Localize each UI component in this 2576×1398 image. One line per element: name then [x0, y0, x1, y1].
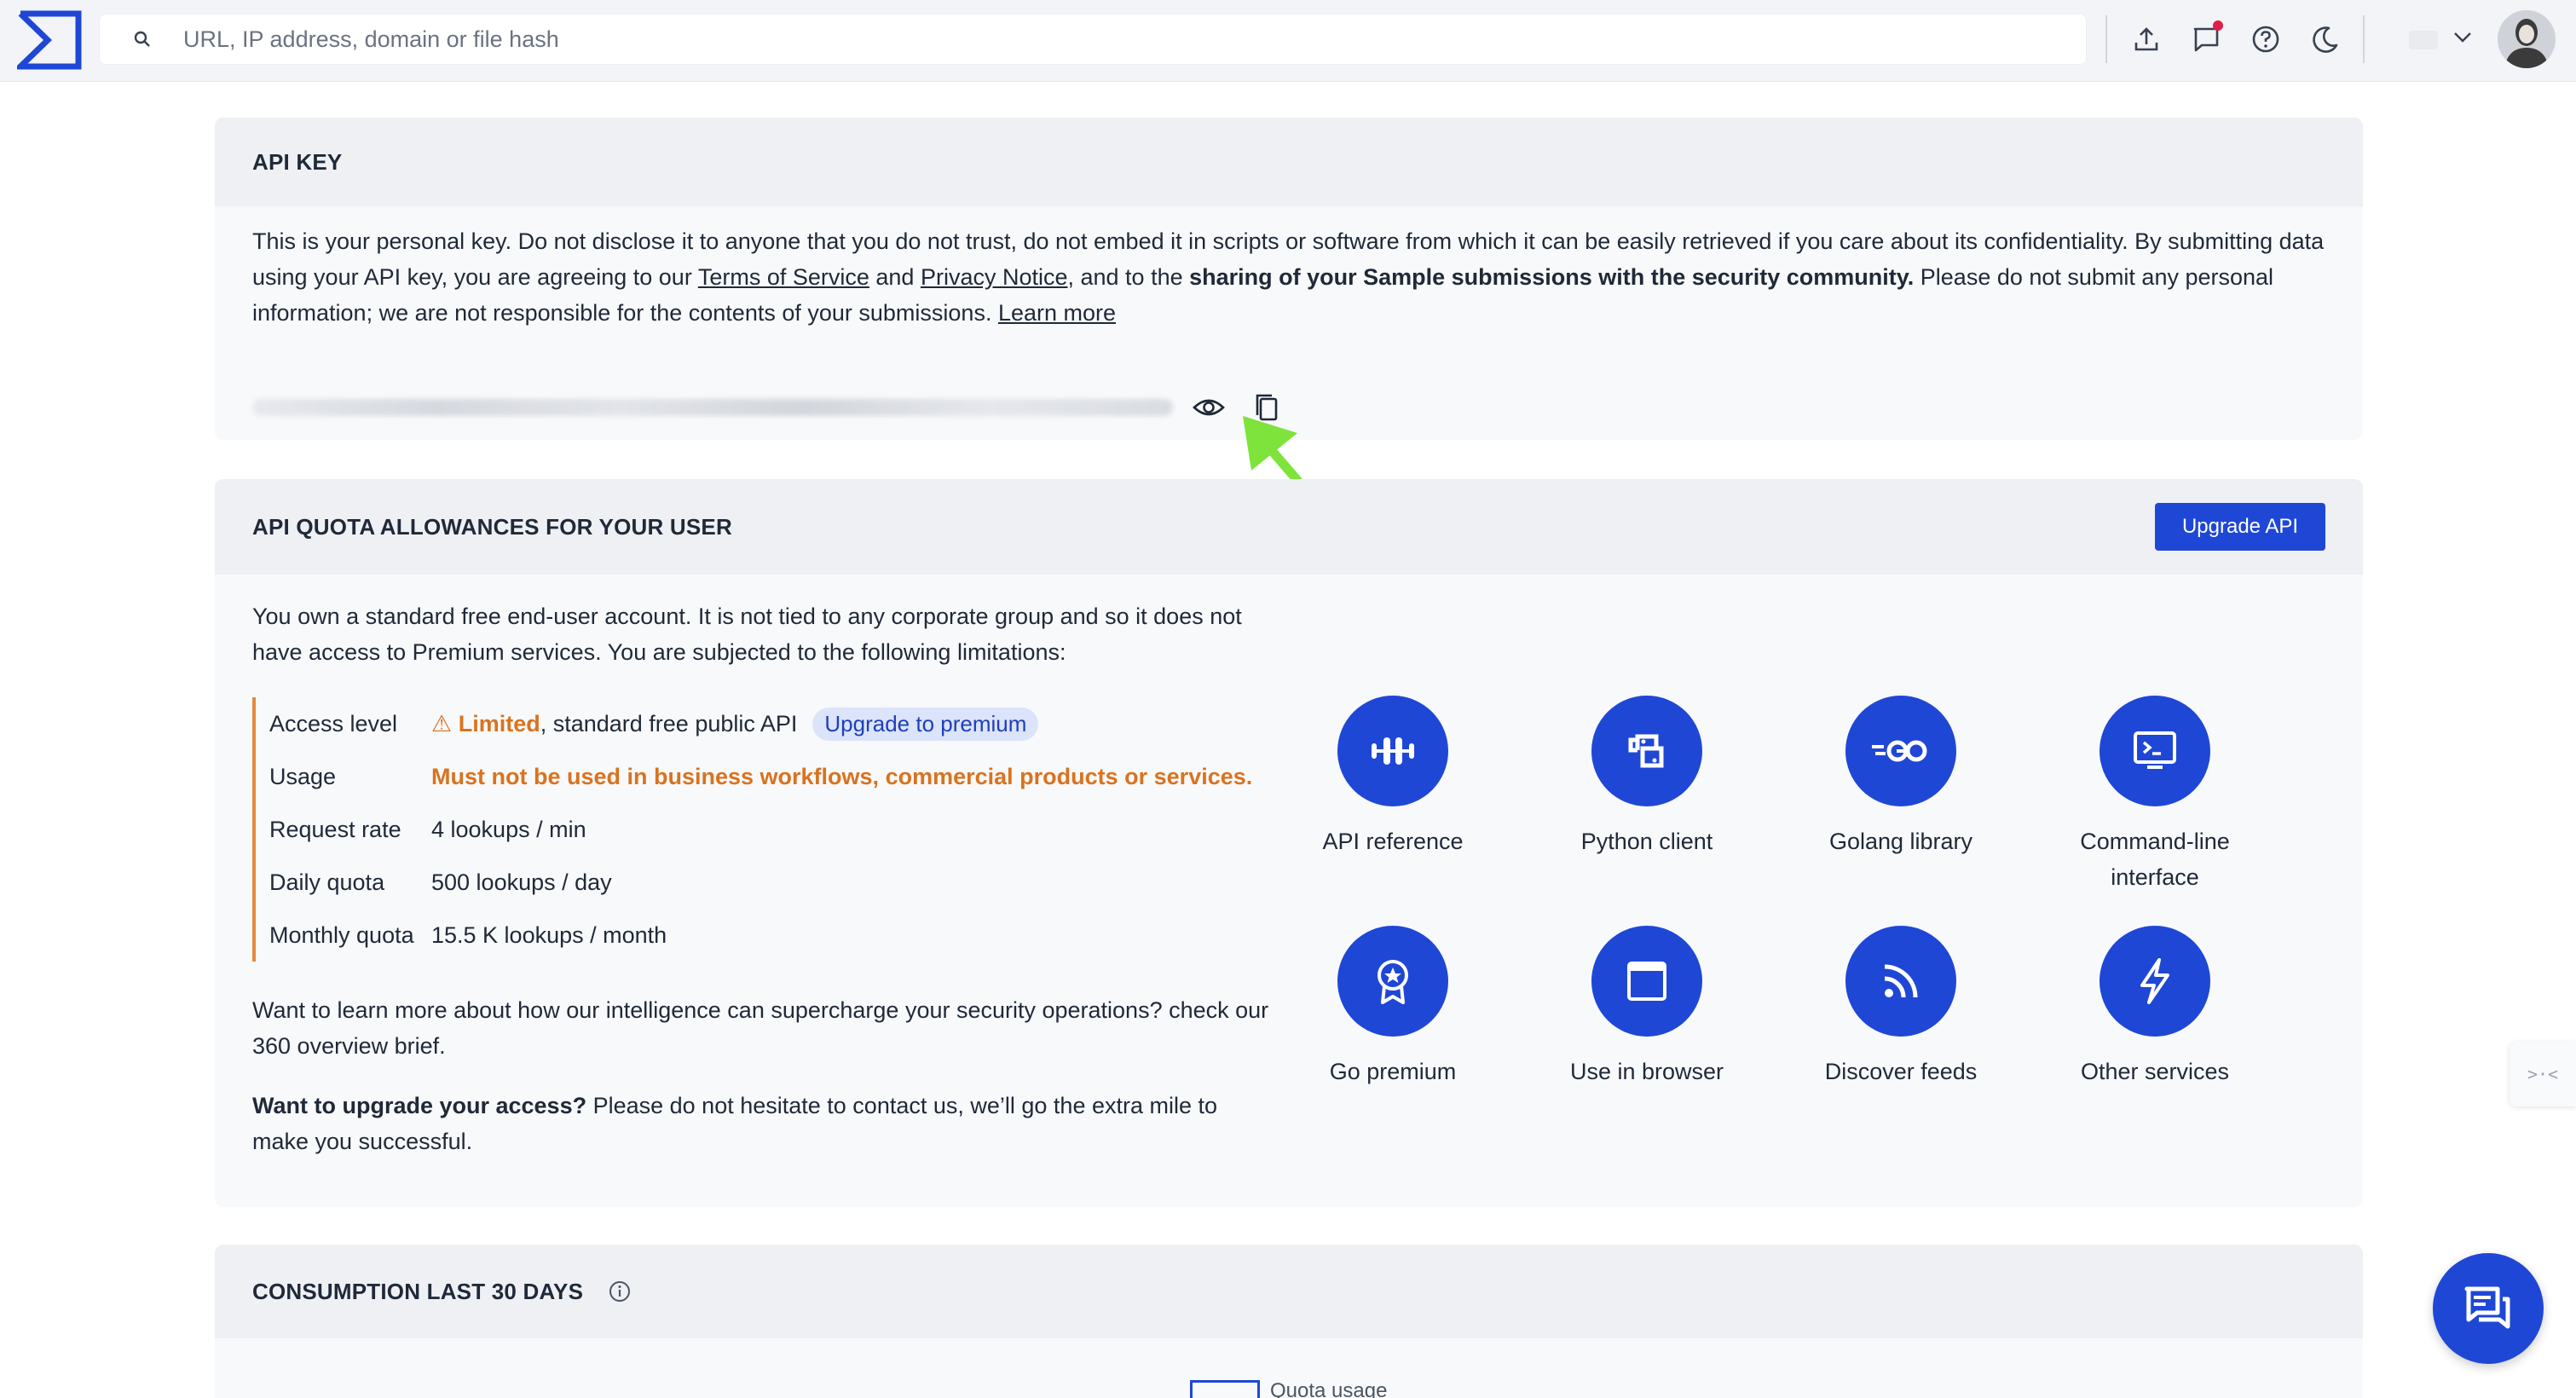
tool-label: Other services	[2080, 1059, 2230, 1084]
premium-badge-icon	[1337, 926, 1448, 1037]
limit-label: Access level	[269, 710, 398, 737]
limit-label: Request rate	[269, 816, 401, 842]
upgrade-question: Want to upgrade your access?	[252, 1093, 587, 1118]
usage-warning: Must not be used in business workflows, …	[431, 763, 1253, 789]
limit-label: Daily quota	[269, 869, 385, 895]
lightning-icon	[2099, 926, 2210, 1037]
dark-mode-icon[interactable]	[2308, 22, 2342, 56]
quota-card: API QUOTA ALLOWANCES FOR YOUR USER Upgra…	[215, 479, 2363, 1207]
divider	[2363, 15, 2365, 63]
sharing-notice: sharing of your Sample submissions with …	[1189, 264, 1915, 290]
limit-value: , standard free public API	[540, 710, 798, 737]
limit-row-monthly-quota: Monthly quota 15.5 K lookups / month	[269, 909, 1252, 962]
legend-label: Quota usage	[1270, 1379, 1388, 1398]
terms-of-service-link[interactable]: Terms of Service	[698, 264, 869, 290]
upload-icon[interactable]	[2129, 22, 2163, 56]
tool-label: API reference	[1322, 829, 1464, 854]
tool-go-premium[interactable]: Go premium	[1291, 926, 1495, 1089]
privacy-notice-link[interactable]: Privacy Notice	[921, 264, 1068, 290]
search-icon	[134, 31, 150, 47]
golang-icon	[1845, 696, 1956, 806]
api-reference-icon	[1337, 696, 1448, 806]
legend-swatch	[1190, 1380, 1260, 1398]
learn-more-link[interactable]: Learn more	[998, 300, 1116, 326]
api-key-card: API KEY This is your personal key. Do no…	[215, 118, 2363, 440]
browser-window-icon	[1591, 926, 1702, 1037]
upgrade-to-premium-badge[interactable]: Upgrade to premium	[812, 707, 1039, 741]
limit-value: 4 lookups / min	[431, 816, 586, 842]
top-bar	[0, 0, 2576, 82]
eye-icon	[1193, 399, 1225, 416]
quota-title: API QUOTA ALLOWANCES FOR YOUR USER	[252, 513, 732, 540]
limit-row-daily-quota: Daily quota 500 lookups / day	[269, 856, 1252, 909]
learn-more-paragraph: Want to learn more about how our intelli…	[252, 997, 1269, 1059]
language-icon[interactable]	[2409, 31, 2438, 49]
account-description: You own a standard free end-user account…	[252, 604, 1242, 665]
consumption-title: CONSUMPTION LAST 30 DAYS	[252, 1278, 584, 1304]
limited-warning: ⚠ Limited	[431, 710, 540, 737]
limit-value: 15.5 K lookups / month	[431, 921, 667, 948]
consumption-header: CONSUMPTION LAST 30 DAYS	[215, 1245, 2363, 1338]
limit-label: Usage	[269, 763, 337, 789]
limit-row-request-rate: Request rate 4 lookups / min	[269, 803, 1252, 856]
limitations-list: Access level ⚠ Limited , standard free p…	[252, 697, 1252, 962]
virustotal-logo[interactable]	[17, 10, 82, 70]
tool-label: Use in browser	[1569, 1059, 1724, 1084]
api-key-header: API KEY	[215, 118, 2363, 206]
notification-dot	[2213, 20, 2223, 31]
chat-support-button[interactable]	[2433, 1253, 2544, 1364]
api-key-title: API KEY	[252, 148, 343, 175]
tool-python-client[interactable]: Python client	[1545, 696, 1749, 859]
upgrade-api-button[interactable]: Upgrade API	[2155, 503, 2325, 551]
limit-value: 500 lookups / day	[431, 869, 612, 895]
consumption-card: CONSUMPTION LAST 30 DAYS Quota usage	[215, 1245, 2363, 1398]
rss-feed-icon	[1845, 926, 1956, 1037]
divider	[2105, 15, 2107, 63]
tool-label: Command-line interface	[2080, 829, 2230, 890]
tool-api-reference[interactable]: API reference	[1291, 696, 1495, 859]
show-key-button[interactable]	[1190, 389, 1227, 426]
chart-legend: Quota usage	[1190, 1379, 1387, 1398]
upgrade-paragraph: Want to upgrade your access? Please do n…	[252, 1088, 1275, 1159]
intro-text: , and to the	[1067, 264, 1190, 290]
tool-other-services[interactable]: Other services	[2053, 926, 2257, 1089]
api-key-description: This is your personal key. Do not disclo…	[252, 223, 2332, 331]
quota-header: API QUOTA ALLOWANCES FOR YOUR USER Upgra…	[215, 479, 2363, 575]
tool-golang-library[interactable]: Golang library	[1799, 696, 2003, 859]
limit-row-access-level: Access level ⚠ Limited , standard free p…	[269, 697, 1252, 750]
api-key-row	[252, 389, 1285, 426]
tool-label: Golang library	[1828, 829, 1973, 854]
help-icon[interactable]	[2249, 22, 2283, 56]
search-bar	[99, 14, 2087, 65]
search-input[interactable]	[183, 26, 2086, 53]
info-icon[interactable]	[609, 1280, 631, 1303]
tool-label: Python client	[1580, 829, 1713, 854]
tool-label: Go premium	[1329, 1059, 1457, 1084]
tool-label: Discover feeds	[1824, 1059, 1978, 1084]
terminal-icon	[2099, 696, 2210, 806]
limit-label: Monthly quota	[269, 921, 414, 948]
python-icon	[1591, 696, 1702, 806]
side-panel-toggle[interactable]: >·<	[2510, 1042, 2576, 1106]
limit-row-usage: Usage Must not be used in business workf…	[269, 750, 1252, 803]
intro-text: and	[869, 264, 921, 290]
api-key-value[interactable]	[252, 399, 1173, 416]
tool-command-line-interface[interactable]: Command-line interface	[2053, 696, 2257, 895]
tool-use-in-browser[interactable]: Use in browser	[1545, 926, 1749, 1089]
chat-icon	[2464, 1286, 2510, 1329]
avatar[interactable]	[2498, 10, 2556, 68]
chevron-down-icon[interactable]	[2452, 26, 2474, 48]
tool-discover-feeds[interactable]: Discover feeds	[1799, 926, 2003, 1089]
